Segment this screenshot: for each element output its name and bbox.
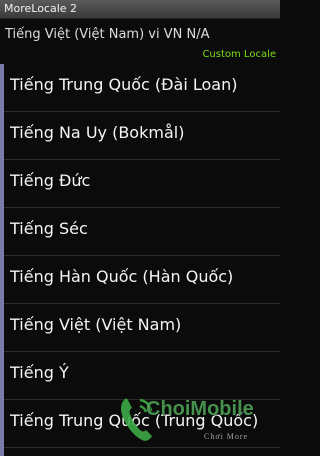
locale-item-label: Tiếng Trung Quốc (Đài Loan) bbox=[10, 75, 238, 94]
locale-item-label: Tiếng Việt (Việt Nam) bbox=[10, 315, 182, 334]
locale-item[interactable]: Tiếng Ý bbox=[4, 352, 280, 400]
locale-item-label: Tiếng Séc bbox=[10, 219, 88, 238]
locale-item-label: Tiếng Ý bbox=[10, 363, 69, 382]
locale-item-label: Tiếng Đức bbox=[10, 171, 91, 190]
title-bar: MoreLocale 2 bbox=[0, 0, 280, 19]
locale-item[interactable]: Tiếng Séc bbox=[4, 208, 280, 256]
locale-item[interactable]: Tiếng Na Uy (Bokmål) bbox=[4, 112, 280, 160]
locale-item-label: Tiếng Trung Quốc (Trung Quốc) bbox=[10, 411, 259, 430]
locale-item-label: Tiếng Hàn Quốc (Hàn Quốc) bbox=[10, 267, 234, 286]
locale-item[interactable]: Tiếng Trung Quốc (Trung Quốc) bbox=[4, 400, 280, 448]
locale-item[interactable]: Tiếng Đức bbox=[4, 160, 280, 208]
current-locale-text: Tiếng Việt (Việt Nam) vi VN N/A bbox=[5, 27, 210, 42]
locale-item[interactable]: Tiếng Trung Quốc (Đài Loan) bbox=[4, 64, 280, 112]
app-title: MoreLocale 2 bbox=[4, 2, 78, 15]
current-locale-header: Tiếng Việt (Việt Nam) vi VN N/A Custom L… bbox=[0, 19, 280, 64]
custom-locale-link[interactable]: Custom Locale bbox=[202, 49, 276, 60]
locale-list[interactable]: Tiếng Trung Quốc (Đài Loan) Tiếng Na Uy … bbox=[0, 64, 280, 456]
locale-item-label: Tiếng Na Uy (Bokmål) bbox=[10, 123, 185, 142]
locale-item[interactable]: Tiếng Việt (Việt Nam) bbox=[4, 304, 280, 352]
locale-item[interactable]: Tiếng Hàn Quốc (Hàn Quốc) bbox=[4, 256, 280, 304]
